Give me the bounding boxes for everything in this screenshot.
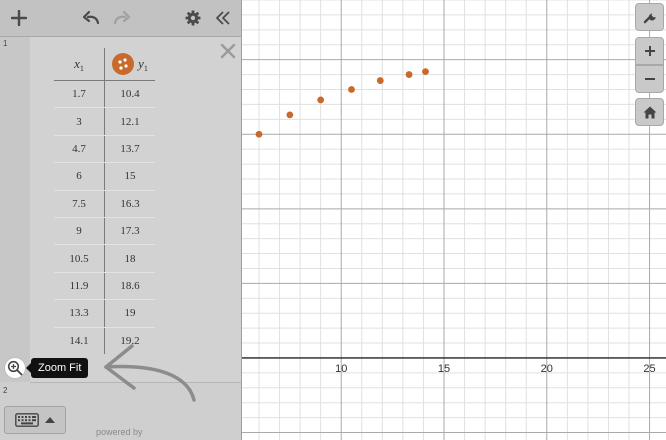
home-icon bbox=[643, 106, 656, 118]
table-row: 1.7 10.4 bbox=[54, 80, 155, 109]
data-table: x1 y1 1.7 10.4 3 12.1 4.7 13.7 6 15 7.5 … bbox=[54, 48, 155, 354]
table-row: 9 17.3 bbox=[54, 217, 155, 246]
point-style-icon[interactable] bbox=[112, 53, 135, 75]
table-cell-y[interactable]: 16.3 bbox=[104, 190, 155, 218]
redo-button[interactable] bbox=[111, 5, 133, 31]
zoom-in-button[interactable] bbox=[635, 37, 664, 65]
table-cell-x[interactable]: 13.3 bbox=[54, 299, 105, 328]
column-header-y[interactable]: y1 bbox=[104, 48, 155, 81]
data-point[interactable] bbox=[317, 96, 325, 104]
x-tick-label: 15 bbox=[438, 363, 450, 375]
x-tick-label: 25 bbox=[643, 363, 655, 375]
table-cell-x[interactable]: 7.5 bbox=[54, 190, 105, 218]
add-expression-button[interactable] bbox=[8, 5, 30, 31]
data-point[interactable] bbox=[348, 86, 355, 93]
data-point[interactable] bbox=[286, 111, 294, 119]
table-cell-x[interactable]: 11.9 bbox=[54, 272, 105, 301]
powered-by-label: powered by bbox=[96, 427, 143, 437]
annotation-arrow bbox=[104, 344, 196, 402]
table-cell-x[interactable]: 10.5 bbox=[54, 244, 105, 273]
close-icon[interactable] bbox=[219, 42, 237, 60]
table-row: 10.5 18 bbox=[54, 244, 155, 273]
table-cell-x[interactable]: 6 bbox=[54, 162, 105, 191]
data-point[interactable] bbox=[376, 77, 384, 84]
double-chevron-left-icon bbox=[216, 11, 230, 25]
expression-panel: 1 x1 y1 1.7 10.4 3 12.1 4.7 13.7 6 15 7.… bbox=[0, 0, 242, 440]
table-row: 7.5 16.3 bbox=[54, 190, 155, 218]
expression-index: 1 bbox=[3, 39, 8, 48]
table-row: 4.7 13.7 bbox=[54, 135, 155, 164]
collapse-panel-button[interactable] bbox=[212, 5, 234, 31]
table-row: 11.9 18.6 bbox=[54, 272, 155, 301]
plus-icon bbox=[11, 10, 27, 26]
minus-icon bbox=[644, 78, 655, 80]
undo-icon bbox=[82, 10, 100, 25]
graphing-calculator: 05101520252015105-5 bbox=[0, 0, 666, 440]
default-viewport-button[interactable] bbox=[635, 98, 664, 126]
table-cell-y[interactable]: 18 bbox=[104, 244, 155, 273]
table-cell-y[interactable]: 15 bbox=[104, 162, 155, 191]
x-tick-label: 10 bbox=[335, 363, 347, 375]
expression-gutter: 1 bbox=[0, 37, 30, 382]
table-cell-y[interactable]: 17.3 bbox=[104, 217, 155, 246]
table-cell-y[interactable]: 13.7 bbox=[104, 135, 155, 164]
table-row: 6 15 bbox=[54, 162, 155, 191]
settings-button[interactable] bbox=[182, 5, 204, 31]
table-cell-y[interactable]: 18.6 bbox=[104, 272, 155, 301]
table-cell-y[interactable]: 19 bbox=[104, 299, 155, 328]
table-cell-x[interactable]: 1.7 bbox=[54, 80, 105, 109]
redo-icon bbox=[113, 10, 131, 25]
wrench-icon bbox=[643, 13, 656, 24]
expression-toolbar bbox=[0, 0, 241, 37]
table-cell-x[interactable]: 4.7 bbox=[54, 135, 105, 164]
caret-up-icon bbox=[45, 417, 55, 423]
zoom-fit-tooltip: Zoom Fit bbox=[25, 358, 89, 378]
table-cell-x[interactable]: 14.1 bbox=[54, 327, 105, 354]
table-cell-y[interactable]: 12.1 bbox=[104, 107, 155, 136]
x-tick-label: 20 bbox=[541, 363, 553, 375]
expression-table-item[interactable]: x1 y1 1.7 10.4 3 12.1 4.7 13.7 6 15 7.5 … bbox=[30, 37, 241, 383]
data-point[interactable] bbox=[405, 71, 413, 78]
table-row: 3 12.1 bbox=[54, 107, 155, 136]
zoom-fit-button[interactable] bbox=[5, 358, 25, 378]
data-point[interactable] bbox=[422, 68, 429, 75]
zoom-fit-icon bbox=[7, 360, 23, 376]
table-row: 13.3 19 bbox=[54, 299, 155, 328]
table-cell-x[interactable]: 3 bbox=[54, 107, 105, 136]
zoom-out-button[interactable] bbox=[635, 65, 664, 93]
plus-icon bbox=[644, 46, 655, 56]
gear-icon bbox=[185, 10, 201, 26]
keyboard-icon bbox=[15, 413, 39, 427]
data-point[interactable] bbox=[255, 130, 263, 138]
expression-index: 2 bbox=[3, 386, 8, 395]
keyboard-toggle-button[interactable] bbox=[4, 406, 66, 434]
table-cell-y[interactable]: 10.4 bbox=[104, 80, 155, 109]
undo-button[interactable] bbox=[80, 5, 102, 31]
table-cell-x[interactable]: 9 bbox=[54, 217, 105, 246]
column-header-x[interactable]: x1 bbox=[54, 48, 105, 81]
graph-settings-button[interactable] bbox=[635, 3, 664, 31]
